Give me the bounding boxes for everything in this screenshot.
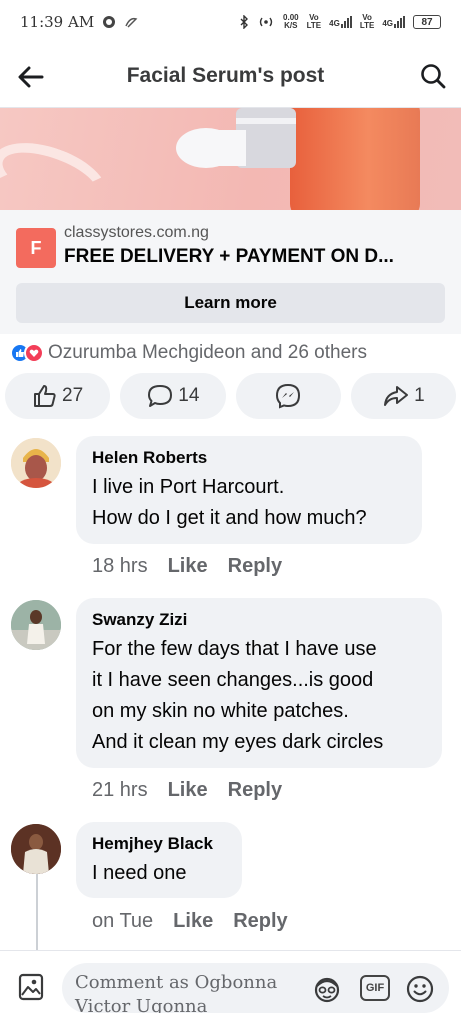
like-button[interactable]: 27 <box>5 373 111 419</box>
emoji-icon <box>406 975 434 1003</box>
search-button[interactable] <box>417 60 449 92</box>
comment-icon <box>148 385 173 407</box>
comment-line: And it clean my eyes dark circles <box>92 731 384 753</box>
comment-time[interactable]: 21 hrs <box>92 779 148 802</box>
volte-1: Vo LTE <box>307 14 322 30</box>
comment-line: it I have seen changes...is good <box>92 669 374 691</box>
network-1-label: 4G <box>329 19 340 28</box>
comment-bubble[interactable]: Helen Roberts I live in Port Harcourt. H… <box>76 436 422 544</box>
avatar[interactable] <box>11 600 61 650</box>
reactions-text: Ozurumba Mechgideon and 26 others <box>48 342 367 363</box>
comment-meta: 21 hrs Like Reply <box>92 779 282 802</box>
comment-input[interactable]: Comment as Ogbonna Victor Ugonna GIF <box>62 963 449 1013</box>
comment-meta: on Tue Like Reply <box>92 910 288 933</box>
add-photo-button[interactable] <box>18 973 44 1001</box>
network-2-label: 4G <box>382 19 393 28</box>
learn-more-button[interactable]: Learn more <box>16 283 445 323</box>
battery-level: 87 <box>421 16 433 28</box>
messenger-button[interactable] <box>235 373 341 419</box>
ad-domain: classystores.com.ng <box>64 224 209 241</box>
avatar-sticker-button[interactable] <box>312 974 342 1004</box>
bottle-dropper <box>176 108 296 168</box>
bluetooth-icon <box>240 15 249 29</box>
comment-reply-button[interactable]: Reply <box>228 779 282 802</box>
volte-2-bottom: LTE <box>359 21 375 30</box>
avatar[interactable] <box>11 438 61 488</box>
photo-icon <box>18 973 44 1001</box>
net-speed: 0.00 K/S <box>283 14 299 30</box>
commenter-name[interactable]: Hemjhey Black <box>92 834 226 854</box>
app-notification-icon <box>125 17 138 28</box>
serum-bottle <box>290 108 420 210</box>
ad-info: F classystores.com.ng FREE DELIVERY + PA… <box>0 210 461 334</box>
comment-meta: 18 hrs Like Reply <box>92 555 282 578</box>
commenter-name[interactable]: Swanzy Zizi <box>92 610 426 630</box>
reactions-summary[interactable]: Ozurumba Mechgideon and 26 others <box>10 340 367 366</box>
status-right: 0.00 K/S Vo LTE 4G Vo LTE 4G 87 <box>239 14 441 30</box>
comment-like-button[interactable]: Like <box>173 910 213 933</box>
status-bar: 11:39 AM 0.00 K/S Vo LTE 4G Vo LTE 4G 87 <box>0 0 461 44</box>
comment-bubble[interactable]: Hemjhey Black I need one <box>76 822 242 898</box>
back-arrow-icon <box>18 66 44 88</box>
share-icon <box>384 386 409 406</box>
love-reaction-icon <box>24 343 44 363</box>
sync-icon <box>103 16 116 28</box>
page-title: Facial Serum's post <box>126 63 325 87</box>
status-left: 11:39 AM <box>20 13 138 31</box>
comment-text: I live in Port Harcourt. How do I get it… <box>92 472 406 534</box>
comment-line: on my skin no white patches. <box>92 700 349 722</box>
battery-icon: 87 <box>413 15 441 29</box>
comment-line: For the few days that I have use <box>92 638 377 660</box>
comment-like-button[interactable]: Like <box>168 779 208 802</box>
commenter-name[interactable]: Helen Roberts <box>92 448 406 468</box>
comment-placeholder: Comment as Ogbonna Victor Ugonna <box>75 972 278 1013</box>
comment-like-button[interactable]: Like <box>168 555 208 578</box>
comment-reply-button[interactable]: Reply <box>228 555 282 578</box>
advertiser-logo[interactable]: F <box>16 228 56 268</box>
share-button[interactable]: 1 <box>350 373 456 419</box>
comment-count: 14 <box>178 385 200 406</box>
comment-text: I need one <box>92 858 226 889</box>
search-icon <box>421 64 446 89</box>
avatar-sticker-icon <box>314 977 340 1003</box>
comment-line: I live in Port Harcourt. <box>92 476 285 498</box>
avatar[interactable] <box>11 824 61 874</box>
status-time: 11:39 AM <box>20 13 95 31</box>
comment-line: How do I get it and how much? <box>92 507 367 529</box>
page-header: Facial Serum's post <box>0 44 461 108</box>
comment-reply-button[interactable]: Reply <box>233 910 287 933</box>
volte-1-bottom: LTE <box>306 21 322 30</box>
comment-bubble[interactable]: Swanzy Zizi For the few days that I have… <box>76 598 442 768</box>
hotspot-icon <box>259 17 273 27</box>
share-count: 1 <box>414 385 425 406</box>
reaction-icons <box>10 343 44 363</box>
signal-2: 4G <box>382 16 405 28</box>
reply-thread-line <box>36 874 38 950</box>
comment-time[interactable]: 18 hrs <box>92 555 148 578</box>
back-button[interactable] <box>16 62 46 92</box>
comment-text: For the few days that I have use it I ha… <box>92 634 426 758</box>
comment-button[interactable]: 14 <box>120 373 226 419</box>
comment-line: I need one <box>92 862 187 884</box>
ad-image[interactable] <box>0 108 461 210</box>
signal-bars-2-icon <box>394 16 405 28</box>
comment-time[interactable]: on Tue <box>92 910 153 933</box>
like-icon <box>34 385 56 407</box>
post-actions: 27 14 1 <box>5 373 456 419</box>
emoji-button[interactable] <box>405 974 435 1004</box>
ribbon-decoration <box>0 129 117 210</box>
volte-2: Vo LTE <box>360 14 375 30</box>
like-count: 27 <box>62 385 84 406</box>
ad-headline[interactable]: FREE DELIVERY + PAYMENT ON D... <box>64 246 394 268</box>
signal-bars-1-icon <box>340 16 352 28</box>
comment-composer: Comment as Ogbonna Victor Ugonna GIF <box>0 950 461 1024</box>
gif-button[interactable]: GIF <box>360 975 390 1001</box>
messenger-icon <box>276 383 301 409</box>
signal-1: 4G <box>329 16 352 28</box>
net-speed-unit: K/S <box>284 21 298 30</box>
